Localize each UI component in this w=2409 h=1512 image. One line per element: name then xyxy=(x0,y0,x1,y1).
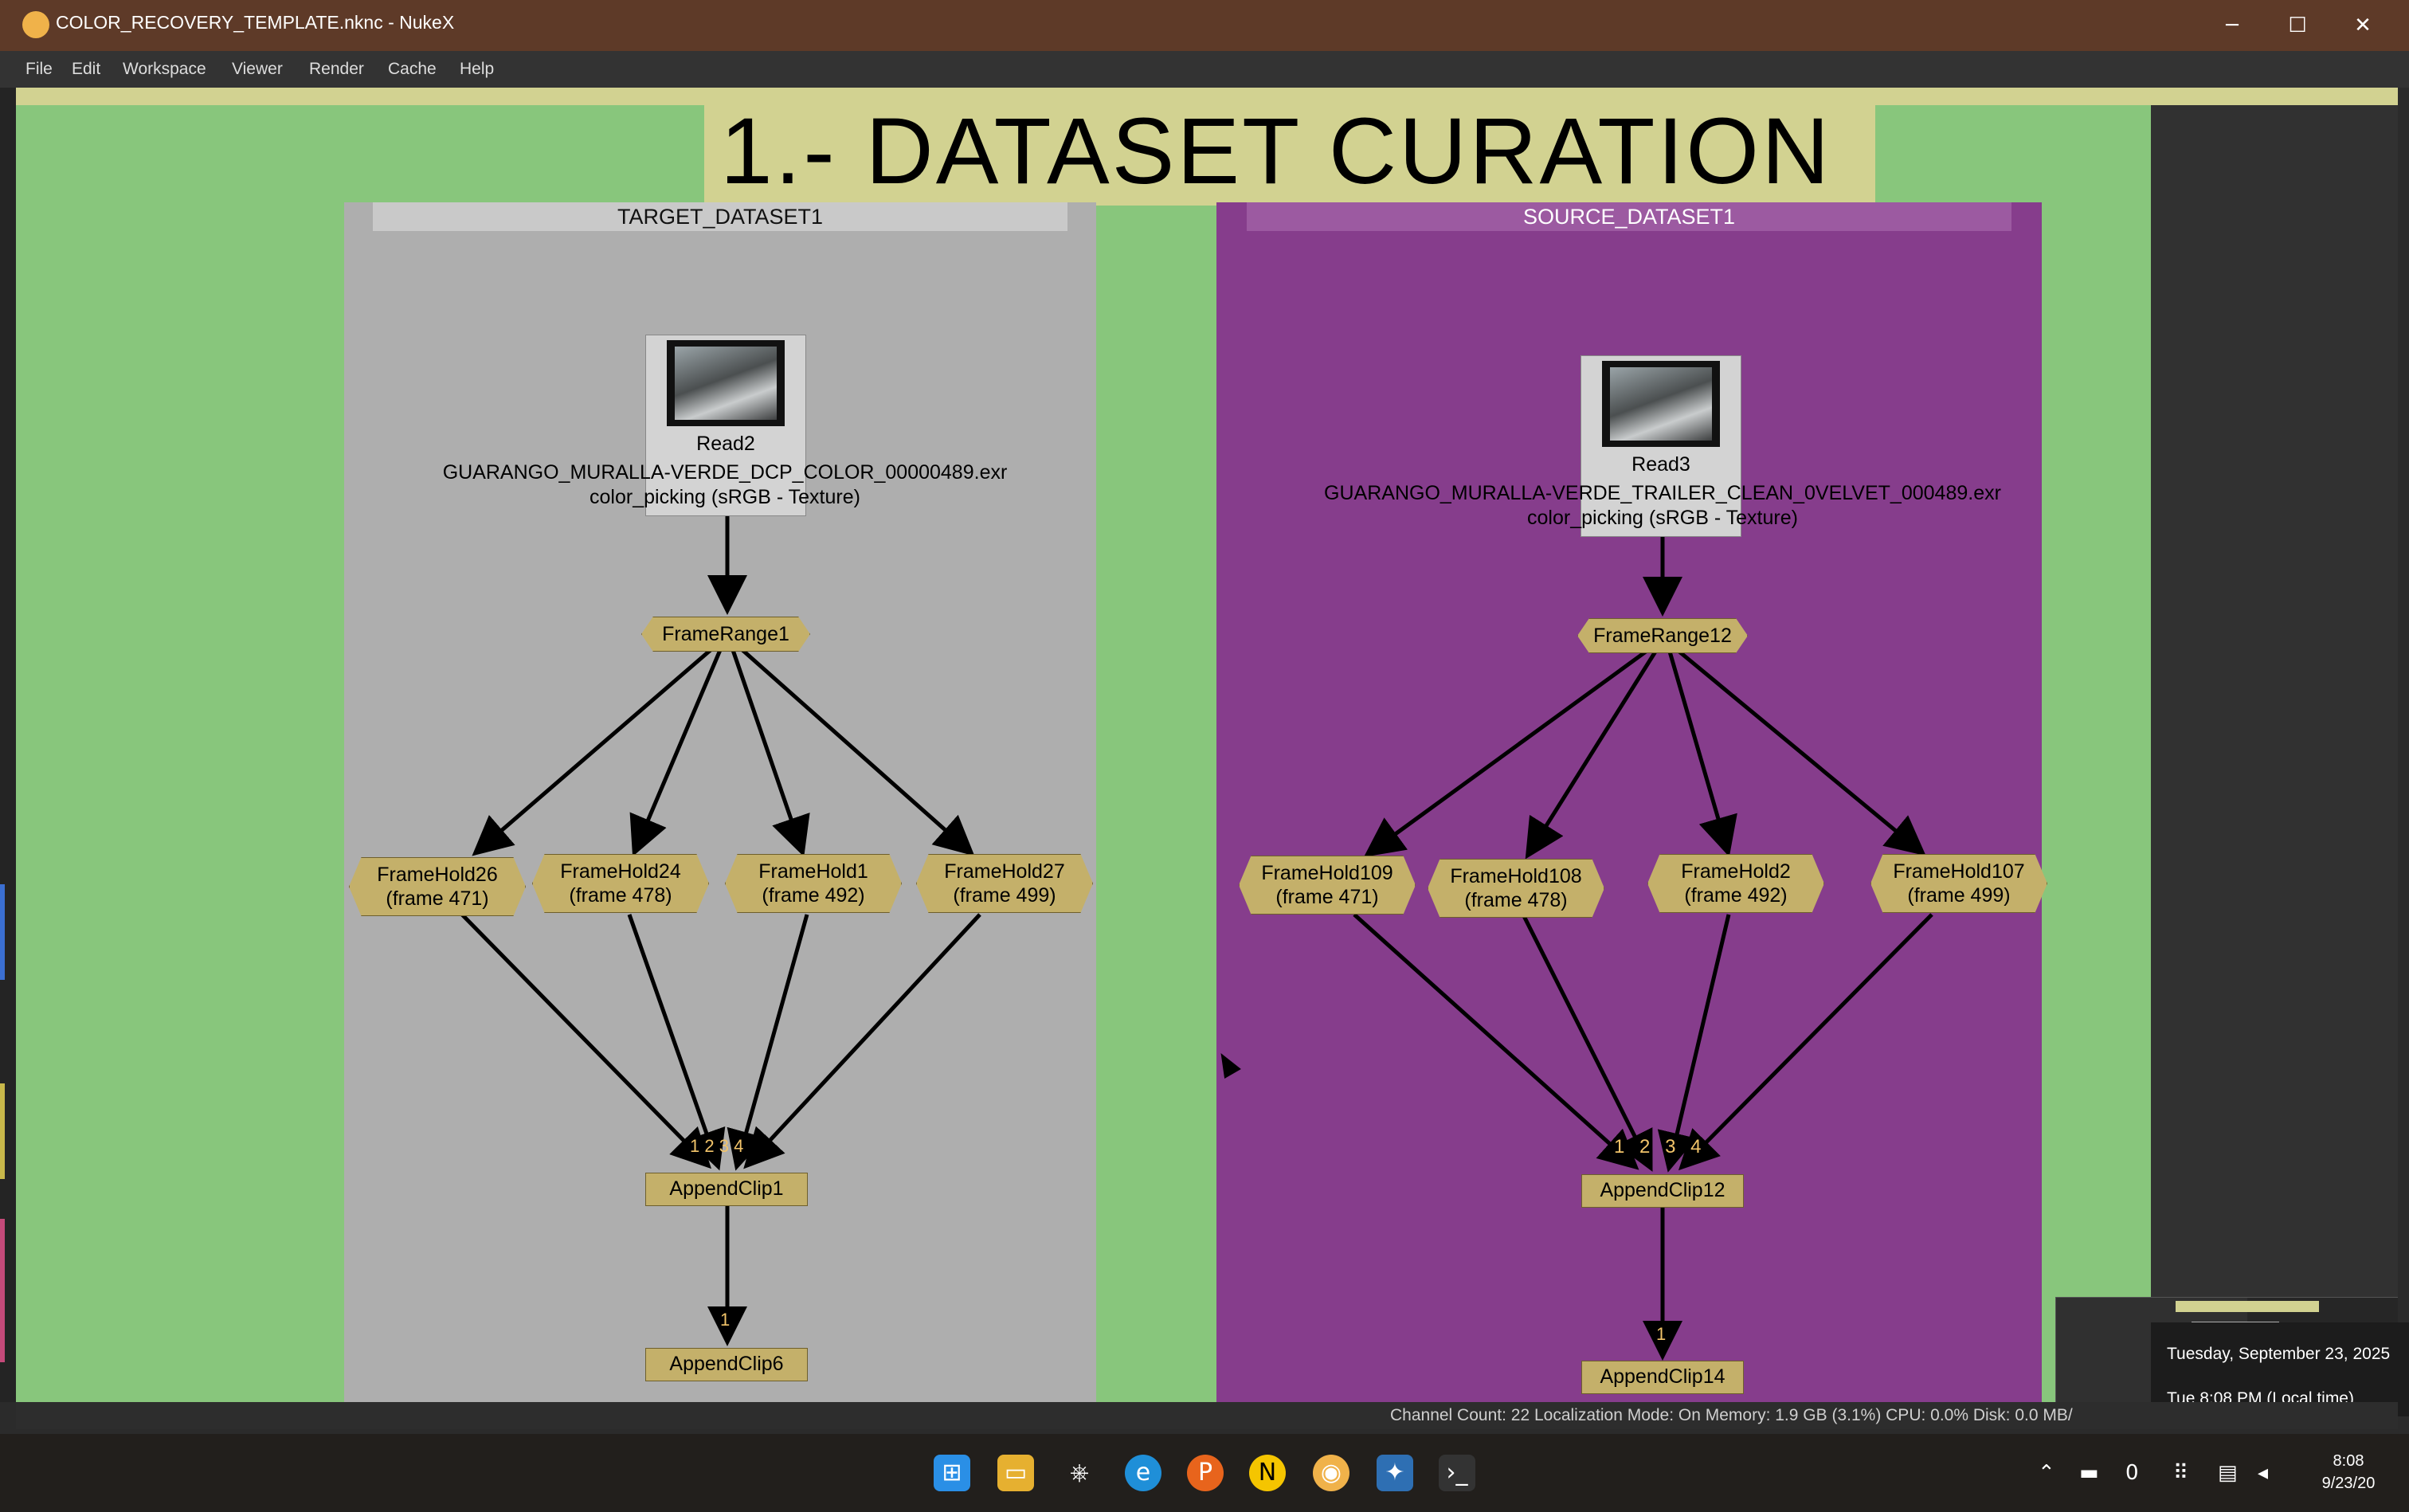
input-label: 3 xyxy=(719,1136,729,1156)
node-connections xyxy=(460,516,1933,1361)
chatgpt-icon[interactable]: ⎈ xyxy=(1061,1455,1098,1491)
clock-date: 9/23/20 xyxy=(2321,1475,2376,1492)
read-node-file-source: GUARANGO_MURALLA-VERDE_TRAILER_CLEAN_0VE… xyxy=(1264,481,2061,531)
framehold-frame: (frame 471) xyxy=(386,887,489,910)
nuke-app-icon xyxy=(22,11,49,38)
framehold-name: FrameHold107 xyxy=(1893,860,2025,883)
title-bar: COLOR_RECOVERY_TEMPLATE.nknc - NukeX ─ ☐… xyxy=(0,0,2409,51)
input-label: 1 xyxy=(720,1310,731,1330)
menu-viewer[interactable]: Viewer xyxy=(232,60,283,79)
framehold-name: FrameHold1 xyxy=(758,860,868,883)
file-explorer-icon[interactable]: ▭ xyxy=(997,1455,1034,1491)
framehold-frame: (frame 471) xyxy=(1275,886,1379,908)
menu-file[interactable]: File xyxy=(25,60,53,79)
framerange-node-target[interactable]: FrameRange1 xyxy=(641,617,810,652)
framehold-node[interactable]: FrameHold1 (frame 492) xyxy=(725,854,902,913)
menu-bar: File Edit Workspace Viewer Render Cache … xyxy=(0,51,2409,88)
input-label: 2 xyxy=(1639,1136,1655,1158)
menu-workspace[interactable]: Workspace xyxy=(123,60,206,79)
framehold-node[interactable]: FrameHold108 (frame 478) xyxy=(1428,859,1604,918)
framerange-node-source[interactable]: FrameRange12 xyxy=(1577,618,1748,653)
read-node-name: Read2 xyxy=(696,433,755,455)
volume-icon[interactable]: ◂ xyxy=(2258,1461,2268,1485)
framehold-frame: (frame 492) xyxy=(1684,884,1788,907)
read-colorspace: color_picking (sRGB - Texture) xyxy=(590,486,860,508)
input-label: 1 xyxy=(690,1136,700,1156)
menu-cache[interactable]: Cache xyxy=(388,60,437,79)
input-label: 4 xyxy=(1690,1136,1706,1158)
network-icon[interactable]: ▤ xyxy=(2218,1461,2238,1485)
appendclip-node[interactable]: AppendClip14 xyxy=(1581,1361,1744,1394)
framehold-name: FrameHold27 xyxy=(944,860,1065,883)
windows-start-icon[interactable]: ⊞ xyxy=(934,1455,970,1491)
powerpoint-icon[interactable]: P xyxy=(1187,1455,1224,1491)
minimap-banner xyxy=(2176,1301,2319,1312)
framehold-node[interactable]: FrameHold27 (frame 499) xyxy=(916,854,1093,913)
input-label: 2 xyxy=(704,1136,715,1156)
menu-help[interactable]: Help xyxy=(460,60,494,79)
framehold-name: FrameHold2 xyxy=(1681,860,1791,883)
framehold-frame: (frame 492) xyxy=(762,884,865,907)
framehold-frame: (frame 499) xyxy=(1907,884,2011,907)
append-inputs-target: 1 2 3 4 xyxy=(690,1136,743,1157)
date-text: Tuesday, September 23, 2025 xyxy=(2167,1345,2391,1363)
status-bar: Channel Count: 22 Localization Mode: On … xyxy=(16,1402,2398,1429)
appendclip-node[interactable]: AppendClip1 xyxy=(645,1173,808,1206)
window-title: COLOR_RECOVERY_TEMPLATE.nknc - NukeX xyxy=(56,12,455,33)
menu-render[interactable]: Render xyxy=(309,60,364,79)
left-panel-strip xyxy=(0,88,16,1402)
davinci-resolve-icon[interactable]: ✦ xyxy=(1377,1455,1413,1491)
read-file-name: GUARANGO_MURALLA-VERDE_TRAILER_CLEAN_0VE… xyxy=(1324,482,2001,504)
read-colorspace: color_picking (sRGB - Texture) xyxy=(1527,507,1798,529)
minimize-button[interactable]: ─ xyxy=(2208,8,2256,43)
read-file-name: GUARANGO_MURALLA-VERDE_DCP_COLOR_0000048… xyxy=(442,461,1008,484)
framehold-name: FrameHold26 xyxy=(377,864,498,886)
framehold-node[interactable]: FrameHold26 (frame 471) xyxy=(349,857,526,916)
tray-overflow-icon[interactable]: ⌃ xyxy=(2038,1461,2055,1485)
system-clock[interactable]: 8:08 9/23/20 xyxy=(2301,1450,2396,1494)
input-label: 3 xyxy=(1665,1136,1681,1158)
framehold-name: FrameHold109 xyxy=(1261,862,1393,884)
framehold-node[interactable]: FrameHold2 (frame 492) xyxy=(1647,854,1824,913)
close-button[interactable]: ✕ xyxy=(2339,8,2387,43)
framehold-name: FrameHold24 xyxy=(560,860,681,883)
norton-icon[interactable]: N xyxy=(1249,1455,1286,1491)
read-thumbnail-target xyxy=(667,340,785,426)
taskbar: ⊞ ▭ ⎈ e P N ◉ ✦ ›_ ⌃ ▬ 0 ⠿ ▤ ◂ 8:08 9/23… xyxy=(0,1434,2409,1512)
maximize-button[interactable]: ☐ xyxy=(2274,8,2321,43)
input-label: 4 xyxy=(734,1136,744,1156)
clock-time: 8:08 xyxy=(2333,1452,2364,1470)
nuke-icon[interactable]: ◉ xyxy=(1313,1455,1349,1491)
framehold-node[interactable]: FrameHold107 (frame 499) xyxy=(1870,854,2047,913)
framehold-frame: (frame 478) xyxy=(569,884,672,907)
appendclip-node[interactable]: AppendClip12 xyxy=(1581,1174,1744,1208)
read-node-file-target: GUARANGO_MURALLA-VERDE_DCP_COLOR_0000048… xyxy=(406,460,1044,510)
terminal-icon[interactable]: ›_ xyxy=(1439,1455,1475,1491)
tray-badge[interactable]: 0 xyxy=(2125,1461,2139,1485)
read-thumbnail-source xyxy=(1602,361,1720,447)
apps-grid-icon[interactable]: ⠿ xyxy=(2173,1461,2188,1485)
menu-edit[interactable]: Edit xyxy=(72,60,100,79)
edge-browser-icon[interactable]: e xyxy=(1125,1455,1161,1491)
read-node-name: Read3 xyxy=(1631,453,1690,476)
framehold-name: FrameHold108 xyxy=(1450,865,1582,887)
input-label: 1 xyxy=(1614,1136,1630,1158)
append-inputs-source: 1 2 3 4 xyxy=(1614,1136,1706,1158)
framehold-frame: (frame 499) xyxy=(953,884,1056,907)
framehold-frame: (frame 478) xyxy=(1464,889,1568,911)
node-graph[interactable]: 1.- DATASET CURATION TARGET_DATASET1 SOU… xyxy=(16,88,2398,1402)
framehold-node[interactable]: FrameHold24 (frame 478) xyxy=(532,854,709,913)
input-label: 1 xyxy=(1656,1324,1667,1344)
status-text: Channel Count: 22 Localization Mode: On … xyxy=(1390,1406,2073,1424)
tray-app-icon[interactable]: ▬ xyxy=(2079,1461,2099,1485)
framehold-node[interactable]: FrameHold109 (frame 471) xyxy=(1239,856,1416,915)
appendclip-node[interactable]: AppendClip6 xyxy=(645,1348,808,1381)
